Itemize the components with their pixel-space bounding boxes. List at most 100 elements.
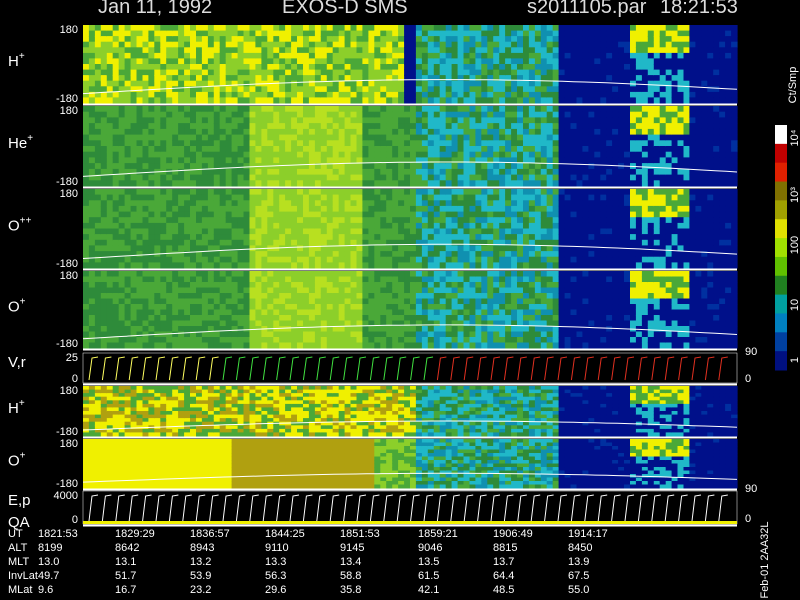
heatmap-cell <box>100 134 108 141</box>
heatmap-cell <box>100 245 108 252</box>
heatmap-cell <box>83 271 90 278</box>
heatmap-cell <box>100 97 108 104</box>
heatmap-cell <box>398 58 405 65</box>
heatmap-cell <box>291 86 298 93</box>
heatmap-cell <box>190 25 197 32</box>
heatmap-cell <box>582 41 589 48</box>
heatmap-cell <box>427 106 435 113</box>
heatmap-cell <box>552 194 560 201</box>
heatmap-cell <box>142 239 149 246</box>
heatmap-cell <box>653 106 661 113</box>
heatmap-cell <box>689 205 696 213</box>
heatmap-cell <box>588 256 595 263</box>
heatmap-cell <box>606 262 613 269</box>
heatmap-cell <box>677 194 684 201</box>
heatmap-cell <box>415 69 423 76</box>
heatmap-cell <box>641 47 649 54</box>
heatmap-cell <box>148 245 155 252</box>
heatmap-cell <box>600 36 607 43</box>
heatmap-cell <box>303 47 310 54</box>
heatmap-cell <box>677 123 684 130</box>
heatmap-cell <box>225 146 233 153</box>
heatmap-cell <box>231 64 239 71</box>
heatmap-cell <box>558 111 566 118</box>
heatmap-cell <box>285 194 292 201</box>
heatmap-cell <box>534 194 542 201</box>
heatmap-cell <box>570 151 577 158</box>
heatmap-cell <box>124 52 132 60</box>
heatmap-cell <box>665 91 673 99</box>
heatmap-cell <box>297 25 304 32</box>
heatmap-cell <box>88 217 96 224</box>
heatmap-cell <box>523 134 530 141</box>
heatmap-cell <box>285 217 292 224</box>
heatmap-cell <box>291 75 298 82</box>
heatmap-cell <box>172 189 179 196</box>
heatmap-cell <box>713 251 720 258</box>
heatmap-cell <box>564 228 572 235</box>
heatmap-cell <box>338 80 346 87</box>
heatmap-cell <box>184 69 191 76</box>
heatmap-cell <box>261 36 268 43</box>
heatmap-cell <box>612 174 619 181</box>
heatmap-cell <box>362 64 369 71</box>
heatmap-cell <box>178 117 185 124</box>
heatmap-cell <box>219 174 227 181</box>
heatmap-cell <box>641 211 649 218</box>
heatmap-cell <box>190 123 197 130</box>
heatmap-cell <box>207 337 215 344</box>
heatmap-cell <box>469 69 476 76</box>
heatmap-cell <box>588 64 595 71</box>
heatmap-cell <box>534 251 542 258</box>
heatmap-cell <box>386 97 393 104</box>
heatmap-cell <box>558 128 566 136</box>
heatmap-cell <box>641 30 649 37</box>
heatmap-cell <box>166 228 173 235</box>
heatmap-cell <box>528 106 536 113</box>
heatmap-cell <box>130 86 138 93</box>
heatmap-cell <box>582 69 589 76</box>
heatmap-cell <box>297 174 304 181</box>
heatmap-cell <box>475 234 482 241</box>
heatmap-cell <box>297 47 304 54</box>
heatmap-cell <box>255 256 262 263</box>
heatmap-cell <box>196 298 203 305</box>
heatmap-cell <box>594 140 601 147</box>
heatmap-cell <box>344 52 352 60</box>
heatmap-cell <box>641 200 649 207</box>
heatmap-cell <box>184 271 191 278</box>
heatmap-cell <box>725 211 732 218</box>
heatmap-cell <box>297 106 304 113</box>
heatmap-cell <box>380 47 387 54</box>
heatmap-cell <box>285 146 292 153</box>
heatmap-cell <box>493 174 500 181</box>
heatmap-cell <box>106 117 114 124</box>
heatmap-cell <box>88 245 96 252</box>
heatmap-cell <box>635 75 643 82</box>
heatmap-cell <box>374 117 381 124</box>
heatmap-cell <box>350 128 357 136</box>
heatmap-cell <box>124 189 132 196</box>
heatmap-cell <box>618 134 625 141</box>
heatmap-cell <box>427 256 435 263</box>
heatmap-cell <box>249 262 256 269</box>
heatmap-cell <box>374 211 381 218</box>
heatmap-cell <box>160 30 167 37</box>
heatmap-cell <box>439 194 447 201</box>
heatmap-cell <box>249 168 256 176</box>
heatmap-cell <box>279 211 286 218</box>
heatmap-cell <box>100 222 108 230</box>
heatmap-cell <box>338 174 346 181</box>
heatmap-cell <box>231 256 239 263</box>
heatmap-cell <box>368 128 375 136</box>
heatmap-cell <box>659 36 667 43</box>
heatmap-cell <box>273 69 280 76</box>
heatmap-cell <box>719 52 726 60</box>
heatmap-cell <box>142 69 149 76</box>
heatmap-cell <box>511 189 518 196</box>
heatmap-cell <box>237 228 245 235</box>
heatmap-cell <box>731 151 738 158</box>
heatmap-cell <box>421 151 429 158</box>
heatmap-cell <box>546 245 554 252</box>
heatmap-cell <box>255 140 262 147</box>
